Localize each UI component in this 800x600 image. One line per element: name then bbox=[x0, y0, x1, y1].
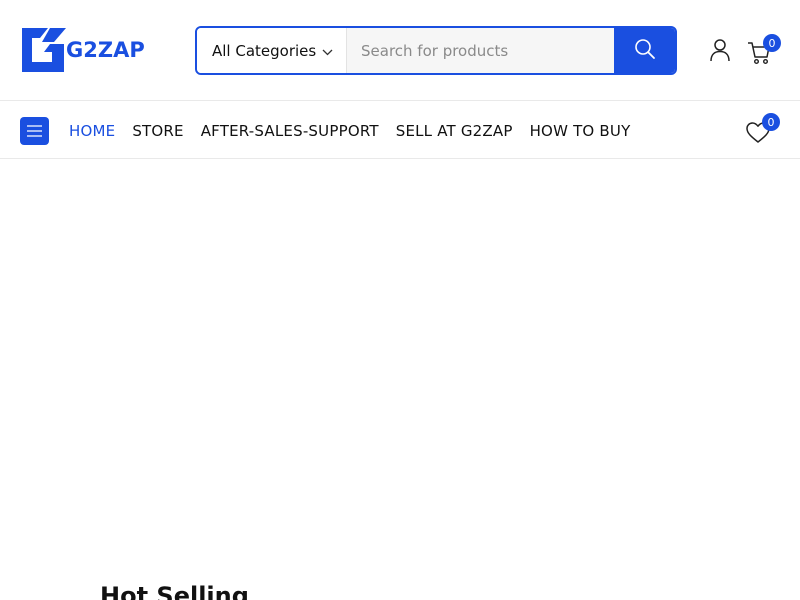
cart-count-badge: 0 bbox=[763, 34, 781, 52]
search-button[interactable] bbox=[614, 28, 675, 73]
hot-selling-heading: Hot Selling bbox=[100, 582, 249, 600]
nav-item-sell-at-g2zap[interactable]: SELL AT G2ZAP bbox=[396, 122, 513, 140]
category-select[interactable]: All Categories bbox=[197, 28, 347, 73]
site-logo[interactable]: G2ZAP bbox=[20, 26, 145, 74]
nav-menu: HOME STORE AFTER-SALES-SUPPORT SELL AT G… bbox=[69, 102, 647, 159]
g2zap-logo-mark bbox=[22, 28, 66, 72]
cart-button[interactable]: 0 bbox=[747, 34, 783, 66]
category-select-label: All Categories bbox=[212, 41, 317, 60]
search-input[interactable] bbox=[347, 28, 614, 73]
nav-item-home[interactable]: HOME bbox=[69, 122, 115, 140]
account-button[interactable] bbox=[709, 38, 731, 62]
menu-button[interactable] bbox=[20, 117, 49, 145]
search-bar: All Categories bbox=[195, 26, 677, 75]
user-icon bbox=[710, 39, 730, 62]
wishlist-button[interactable]: 0 bbox=[745, 113, 781, 146]
nav-item-how-to-buy[interactable]: HOW TO BUY bbox=[530, 122, 631, 140]
nav-item-after-sales-support[interactable]: AFTER-SALES-SUPPORT bbox=[201, 122, 379, 140]
main-navigation-bar: HOME STORE AFTER-SALES-SUPPORT SELL AT G… bbox=[0, 102, 800, 159]
hamburger-menu-icon bbox=[27, 125, 42, 137]
wishlist-count-badge: 0 bbox=[762, 113, 780, 131]
logo-text: G2ZAP bbox=[66, 38, 145, 62]
nav-item-store[interactable]: STORE bbox=[132, 122, 183, 140]
header-top: G2ZAP All Categories 0 bbox=[0, 0, 800, 101]
chevron-down-icon bbox=[322, 42, 333, 60]
search-icon bbox=[634, 38, 656, 64]
